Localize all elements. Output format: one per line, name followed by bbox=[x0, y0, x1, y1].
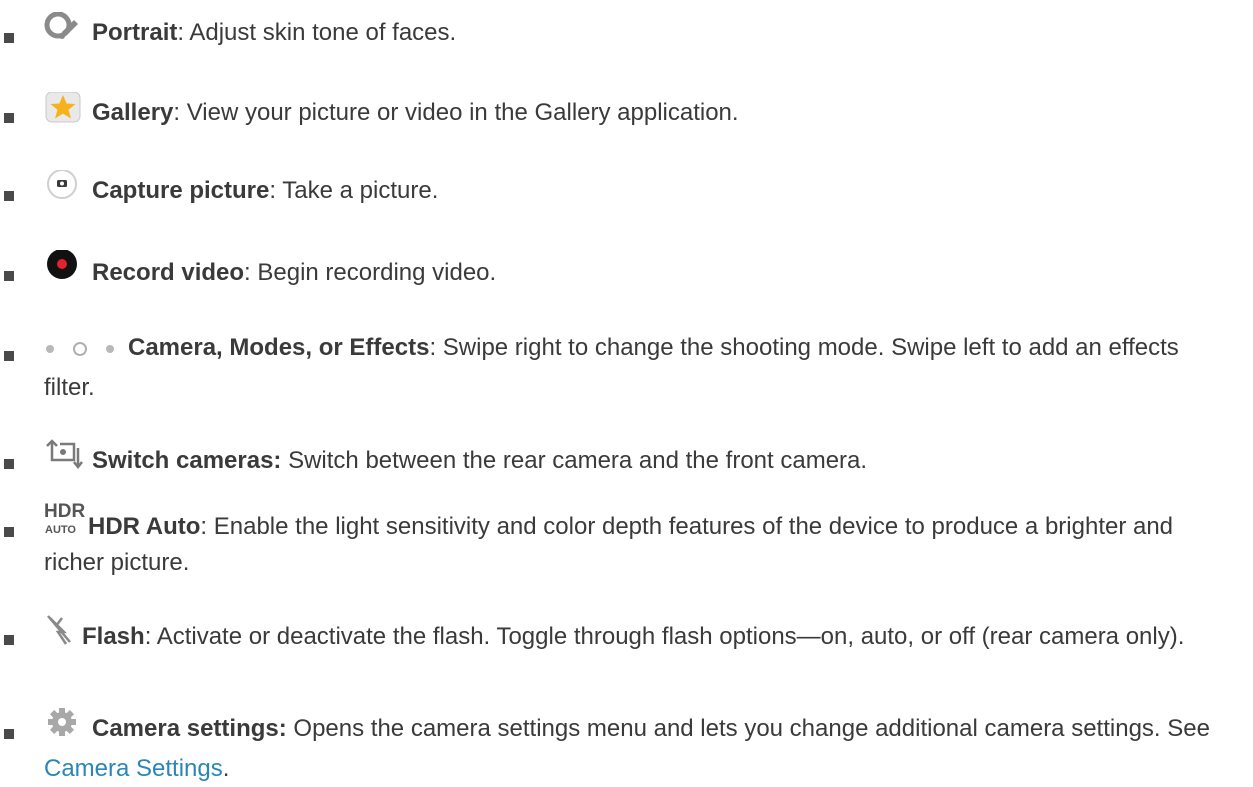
bullet bbox=[4, 191, 14, 201]
item-description-end: . bbox=[222, 755, 230, 782]
item-term: Camera, Modes, or Effects bbox=[128, 334, 430, 361]
item-description: Switch between the rear camera and the f… bbox=[281, 447, 868, 474]
item-description: : View your picture or video in the Gall… bbox=[173, 99, 739, 126]
bullet bbox=[4, 459, 14, 469]
camera-settings-link[interactable]: Camera Settings bbox=[44, 755, 223, 782]
bullet bbox=[4, 113, 14, 123]
item-description: : Begin recording video. bbox=[244, 259, 497, 286]
gear-icon bbox=[44, 708, 84, 751]
item-term: Record video bbox=[92, 259, 245, 286]
item-description: : Adjust skin tone of faces. bbox=[177, 19, 457, 46]
bullet bbox=[4, 271, 14, 281]
item-term: Camera settings: bbox=[92, 715, 287, 742]
flash-off-icon bbox=[44, 614, 74, 659]
auto-icon-label: AUTO bbox=[45, 524, 76, 536]
item-term: HDR Auto bbox=[88, 513, 201, 540]
bullet bbox=[4, 33, 14, 43]
mode-dots-icon bbox=[44, 334, 122, 370]
item-description: Opens the camera settings menu and lets … bbox=[286, 715, 1210, 742]
hdr-auto-icon: HDR AUTO bbox=[44, 501, 85, 536]
record-video-icon bbox=[44, 249, 84, 295]
bullet bbox=[4, 635, 14, 645]
bullet bbox=[4, 729, 14, 739]
item-term: Flash bbox=[82, 623, 145, 650]
gallery-icon bbox=[44, 91, 84, 135]
item-term: Gallery bbox=[92, 99, 174, 126]
bullet bbox=[4, 351, 14, 361]
portrait-icon bbox=[44, 11, 84, 55]
bullet bbox=[4, 527, 14, 537]
item-term: Portrait bbox=[92, 19, 178, 46]
item-term: Switch cameras: bbox=[92, 447, 282, 474]
item-term: Capture picture bbox=[92, 177, 270, 204]
capture-picture-icon bbox=[44, 169, 84, 213]
item-description: : Take a picture. bbox=[269, 177, 439, 204]
item-description: : Activate or deactivate the flash. Togg… bbox=[144, 623, 1185, 650]
switch-cameras-icon bbox=[44, 438, 84, 483]
item-description: : Enable the light sensitivity and color… bbox=[44, 513, 1174, 576]
